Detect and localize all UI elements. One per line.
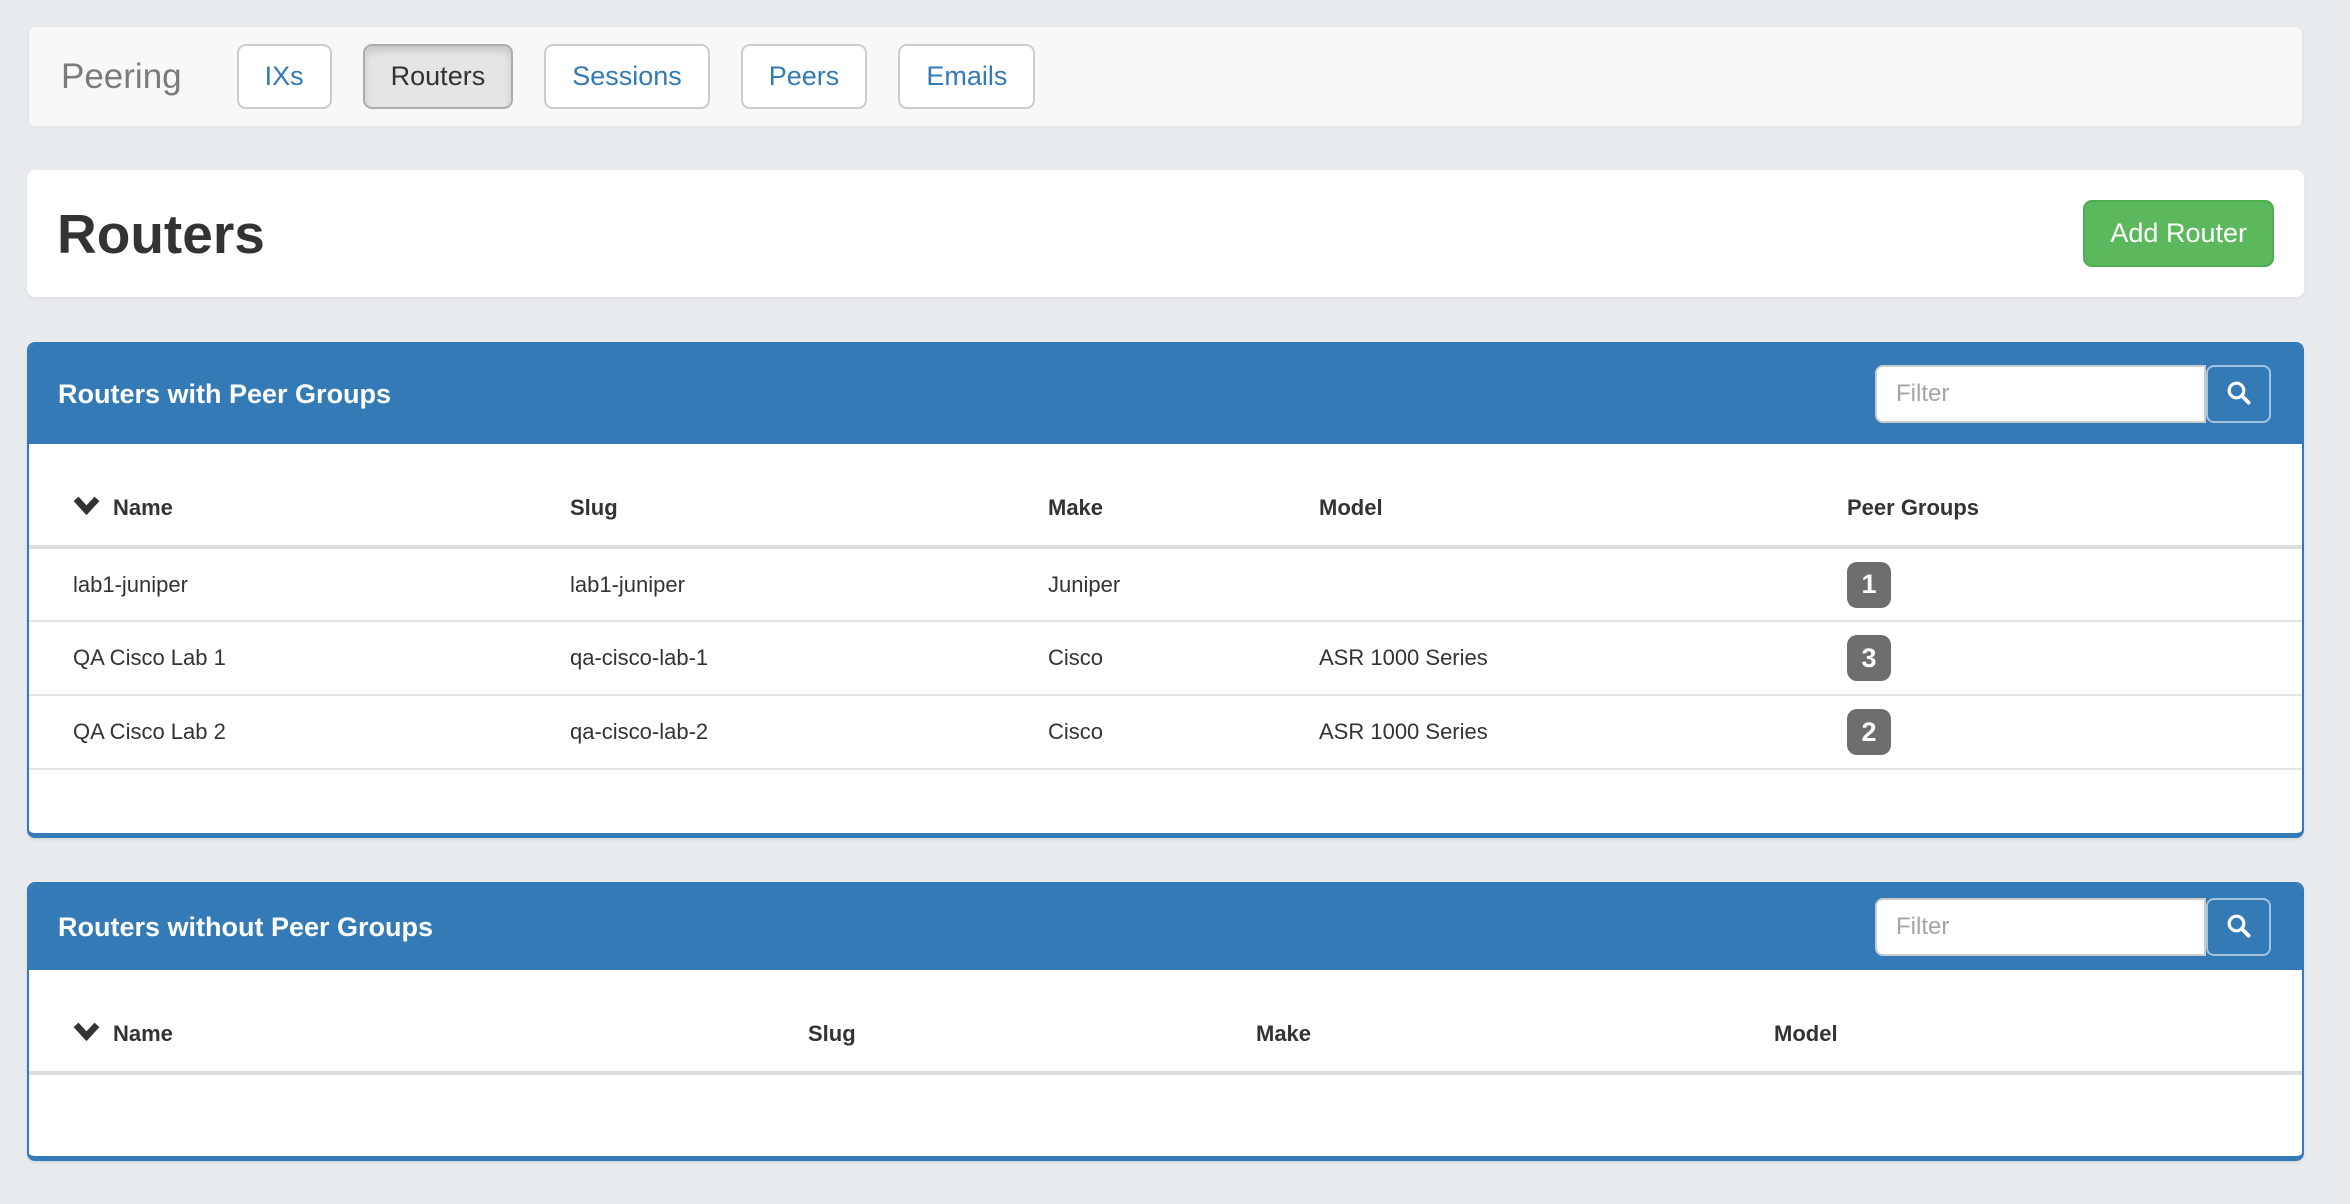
table-row[interactable]: lab1-juniperlab1-juniperJuniper1 <box>29 547 2302 621</box>
table-header-row: Name SlugMakeModelPeer Groups <box>29 444 2302 547</box>
table-spacer <box>29 1075 2302 1156</box>
cell-slug: qa-cisco-lab-1 <box>526 621 1004 695</box>
nav-button-ixs[interactable]: IXs <box>237 44 332 109</box>
panel-body: Name SlugMakeModelPeer Groups lab1-juniper… <box>29 444 2302 833</box>
routers-without-peer-groups-table: Name SlugMakeModel <box>29 970 2302 1075</box>
table-spacer <box>29 770 2302 833</box>
search-icon <box>2225 912 2253 943</box>
chevron-down-icon <box>73 495 100 521</box>
column-header-label: Name <box>113 495 173 521</box>
cell-make: Cisco <box>1004 621 1275 695</box>
cell-name: QA Cisco Lab 2 <box>29 695 526 769</box>
page-container: Peering IXs Routers Sessions Peers Emails Ro… <box>27 25 2304 1161</box>
cell-peer-groups: 1 <box>1803 547 2302 621</box>
column-header-name[interactable]: Name <box>29 444 526 547</box>
nav-button-routers[interactable]: Routers <box>363 44 514 109</box>
column-header-name[interactable]: Name <box>29 970 764 1073</box>
panel-body: Name SlugMakeModel <box>29 970 2302 1156</box>
panel-heading: Routers with Peer Groups <box>29 344 2302 444</box>
column-header-make[interactable]: Make <box>1004 444 1275 547</box>
page-header-panel: Routers Add Router <box>27 170 2304 297</box>
cell-peer-groups: 2 <box>1803 695 2302 769</box>
nav-button-peers[interactable]: Peers <box>741 44 868 109</box>
column-header-make[interactable]: Make <box>1212 970 1730 1073</box>
column-header-slug[interactable]: Slug <box>526 444 1004 547</box>
add-router-button[interactable]: Add Router <box>2083 200 2274 267</box>
filter-group <box>1875 898 2271 956</box>
app-brand[interactable]: Peering <box>61 57 182 97</box>
panel-heading: Routers without Peer Groups <box>29 884 2302 970</box>
cell-slug: qa-cisco-lab-2 <box>526 695 1004 769</box>
panel-routers-with-peer-groups: Routers with Peer Groups Name SlugMakeMod… <box>27 342 2304 838</box>
column-header-slug[interactable]: Slug <box>764 970 1212 1073</box>
filter-input[interactable] <box>1875 365 2206 423</box>
search-button[interactable] <box>2206 898 2271 956</box>
peer-groups-count-badge: 1 <box>1847 562 1891 608</box>
nav-button-emails[interactable]: Emails <box>898 44 1035 109</box>
filter-input[interactable] <box>1875 898 2206 956</box>
cell-peer-groups: 3 <box>1803 621 2302 695</box>
cell-slug: lab1-juniper <box>526 547 1004 621</box>
column-header-label: Name <box>113 1021 173 1047</box>
column-header-model[interactable]: Model <box>1730 970 2302 1073</box>
cell-model <box>1275 547 1803 621</box>
table-row[interactable]: QA Cisco Lab 1qa-cisco-lab-1CiscoASR 100… <box>29 621 2302 695</box>
column-header-model[interactable]: Model <box>1275 444 1803 547</box>
cell-make: Cisco <box>1004 695 1275 769</box>
nav-buttons: IXs Routers Sessions Peers Emails <box>237 44 1036 109</box>
navbar: Peering IXs Routers Sessions Peers Emails <box>27 25 2304 128</box>
table-row[interactable]: QA Cisco Lab 2qa-cisco-lab-2CiscoASR 100… <box>29 695 2302 769</box>
panel-title: Routers without Peer Groups <box>58 912 433 943</box>
peer-groups-count-badge: 3 <box>1847 635 1891 681</box>
filter-group <box>1875 365 2271 423</box>
cell-make: Juniper <box>1004 547 1275 621</box>
peer-groups-count-badge: 2 <box>1847 709 1891 755</box>
panel-routers-without-peer-groups: Routers without Peer Groups Name SlugMake… <box>27 882 2304 1161</box>
cell-model: ASR 1000 Series <box>1275 695 1803 769</box>
cell-model: ASR 1000 Series <box>1275 621 1803 695</box>
cell-name: lab1-juniper <box>29 547 526 621</box>
table-header-row: Name SlugMakeModel <box>29 970 2302 1073</box>
page-title: Routers <box>57 202 265 266</box>
panel-title: Routers with Peer Groups <box>58 379 391 410</box>
cell-name: QA Cisco Lab 1 <box>29 621 526 695</box>
search-button[interactable] <box>2206 365 2271 423</box>
chevron-down-icon <box>73 1021 100 1047</box>
nav-button-sessions[interactable]: Sessions <box>544 44 710 109</box>
routers-with-peer-groups-table: Name SlugMakeModelPeer Groups lab1-juniper… <box>29 444 2302 770</box>
column-header-peer-groups[interactable]: Peer Groups <box>1803 444 2302 547</box>
search-icon <box>2225 379 2253 410</box>
